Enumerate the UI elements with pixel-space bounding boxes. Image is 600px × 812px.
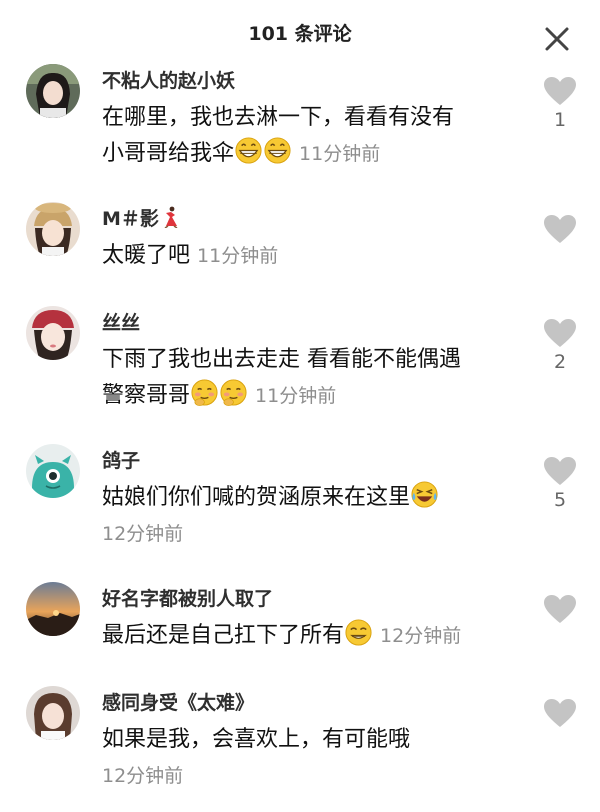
like-button[interactable]: 2	[540, 318, 580, 373]
comment-item: M＃影 太暖了吧 11分钟前	[0, 202, 600, 292]
heart-icon	[544, 319, 576, 347]
comment-timestamp: 12分钟前	[380, 625, 462, 647]
comment-text-line: 下雨了我也出去走走 看看能不能偶遇	[102, 347, 461, 372]
comment-text-part: 太暖了吧	[102, 243, 191, 268]
comment-text-part: 最后还是自己扛下了所有	[102, 623, 345, 648]
comment-text: 下雨了我也出去走走 看看能不能偶遇 警察哥哥 11分钟前	[102, 342, 522, 414]
comment-text-part: 姑娘们你们喊的贺涵原来在这里	[102, 485, 411, 510]
like-button[interactable]	[540, 214, 580, 247]
comment-username-text: M＃影	[102, 208, 159, 230]
grin-emoji-icon	[235, 137, 262, 164]
heart-icon	[544, 595, 576, 623]
avatar[interactable]	[26, 444, 80, 498]
smirk-emoji-icon	[345, 619, 372, 646]
comment-text: 在哪里，我也去淋一下，看看有没有 小哥哥给我伞 11分钟前	[102, 100, 522, 172]
comment-username[interactable]: 丝丝	[102, 308, 140, 335]
comment-username[interactable]: 鸽子	[102, 446, 140, 473]
comment-text: 姑娘们你们喊的贺涵原来在这里 12分钟前	[102, 480, 522, 552]
like-count: 2	[553, 351, 567, 373]
comment-item: 丝丝 下雨了我也出去走走 看看能不能偶遇 警察哥哥 11分钟前 2	[0, 306, 600, 426]
dancer-emoji-icon	[164, 206, 178, 229]
comment-timestamp: 12分钟前	[102, 765, 184, 787]
like-button[interactable]: 1	[540, 76, 580, 131]
avatar[interactable]	[26, 202, 80, 256]
like-button[interactable]	[540, 594, 580, 627]
comment-text: 太暖了吧 11分钟前	[102, 238, 522, 274]
comment-item: 不粘人的赵小妖 在哪里，我也去淋一下，看看有没有 小哥哥给我伞 11分钟前 1	[0, 64, 600, 184]
comment-text-line: 12分钟前	[102, 758, 522, 794]
comment-username[interactable]: 好名字都被别人取了	[102, 584, 273, 611]
avatar[interactable]	[26, 64, 80, 118]
comment-text-line: 12分钟前	[102, 516, 522, 552]
grin-emoji-icon	[264, 137, 291, 164]
comment-text-line: 最后还是自己扛下了所有 12分钟前	[102, 618, 522, 654]
like-count: 5	[553, 489, 567, 511]
comment-timestamp: 12分钟前	[102, 523, 184, 545]
comment-text-line: 如果是我，会喜欢上，有可能哦	[102, 727, 411, 752]
shy-emoji-icon	[220, 379, 247, 406]
laugh-cry-emoji-icon	[411, 481, 438, 508]
comment-username[interactable]: M＃影	[102, 204, 180, 231]
close-button[interactable]	[540, 22, 574, 56]
comment-text: 如果是我，会喜欢上，有可能哦 12分钟前	[102, 722, 522, 794]
heart-icon	[544, 77, 576, 105]
comment-username[interactable]: 不粘人的赵小妖	[102, 66, 235, 93]
comment-text: 最后还是自己扛下了所有 12分钟前	[102, 618, 522, 654]
comment-item: 感同身受《太难》 如果是我，会喜欢上，有可能哦 12分钟前	[0, 686, 600, 796]
comment-text-line: 太暖了吧 11分钟前	[102, 238, 522, 274]
avatar[interactable]	[26, 582, 80, 636]
shy-emoji-icon	[191, 379, 218, 406]
comment-text-line: 在哪里，我也去淋一下，看看有没有	[102, 105, 455, 130]
like-button[interactable]: 5	[540, 456, 580, 511]
heart-icon	[544, 457, 576, 485]
comment-item: 好名字都被别人取了 最后还是自己扛下了所有 12分钟前	[0, 582, 600, 672]
heart-icon	[544, 215, 576, 243]
comment-text-part: 小哥哥给我伞	[102, 141, 235, 166]
avatar[interactable]	[26, 686, 80, 740]
comment-item: 鸽子 姑娘们你们喊的贺涵原来在这里 12分钟前 5	[0, 444, 600, 564]
like-button[interactable]	[540, 698, 580, 731]
comment-username[interactable]: 感同身受《太难》	[102, 688, 254, 715]
comment-timestamp: 11分钟前	[255, 385, 337, 407]
comments-count-title: 101 条评论	[248, 23, 352, 45]
comment-text-line: 姑娘们你们喊的贺涵原来在这里	[102, 480, 522, 516]
comment-text-line: 警察哥哥 11分钟前	[102, 378, 522, 414]
comment-timestamp: 11分钟前	[197, 245, 279, 267]
avatar[interactable]	[26, 306, 80, 360]
comment-timestamp: 11分钟前	[299, 143, 381, 165]
heart-icon	[544, 699, 576, 727]
comment-text-part: 警察哥哥	[102, 383, 191, 408]
comments-header: 101 条评论	[0, 0, 600, 62]
like-count: 1	[553, 109, 567, 131]
close-icon	[545, 27, 569, 51]
comment-text-line: 小哥哥给我伞 11分钟前	[102, 136, 522, 172]
